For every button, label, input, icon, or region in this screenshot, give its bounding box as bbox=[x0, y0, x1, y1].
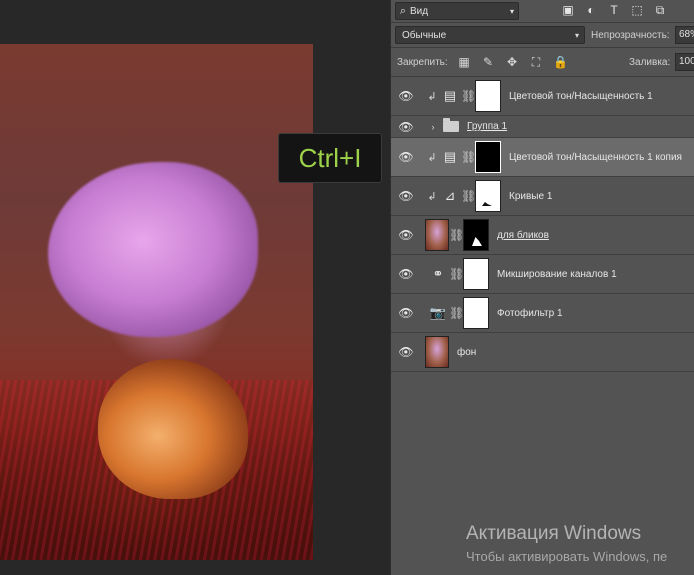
type-filter-icon[interactable]: T bbox=[607, 3, 621, 17]
layers-list: 👁 ↲ ▤ ⛓ Цветовой тон/Насыщенность 1 👁 › … bbox=[391, 77, 694, 372]
chain-link-icon[interactable]: ⛓ bbox=[449, 228, 464, 242]
red-fox-figure bbox=[98, 359, 248, 499]
lock-move-icon[interactable]: ✥ bbox=[505, 55, 519, 69]
chevron-down-icon: ▾ bbox=[574, 30, 579, 40]
layer-thumbnail[interactable] bbox=[425, 219, 449, 251]
layer-row[interactable]: 👁 ↲ ⊿ ⛓ Кривые 1 bbox=[391, 177, 694, 216]
pixel-layer-filter-icon[interactable]: ▣ bbox=[561, 3, 575, 17]
canvas-image[interactable] bbox=[0, 44, 313, 560]
chain-link-icon[interactable]: ⛓ bbox=[449, 267, 464, 281]
layer-name[interactable]: фон bbox=[457, 347, 476, 358]
blend-mode-dropdown[interactable]: Обычные ▾ bbox=[395, 26, 585, 44]
layer-row[interactable]: 👁 ↲ ▤ ⛓ Цветовой тон/Насыщенность 1 bbox=[391, 77, 694, 116]
layer-name[interactable]: для бликов bbox=[497, 230, 549, 241]
activation-watermark-subtitle: Чтобы активировать Windows, пе bbox=[466, 549, 668, 564]
layer-name[interactable]: Цветовой тон/Насыщенность 1 bbox=[509, 91, 653, 102]
eye-icon[interactable]: 👁 bbox=[391, 267, 421, 281]
layer-name[interactable]: Кривые 1 bbox=[509, 191, 552, 202]
layer-row[interactable]: 👁 ⚭ ⛓ Микширование каналов 1 bbox=[391, 255, 694, 294]
layer-name[interactable]: Цветовой тон/Насыщенность 1 копия bbox=[509, 152, 682, 163]
layer-name[interactable]: Микширование каналов 1 bbox=[497, 269, 617, 280]
folder-icon bbox=[443, 118, 459, 132]
eye-icon[interactable]: 👁 bbox=[391, 306, 421, 320]
layer-mask-thumbnail[interactable] bbox=[463, 297, 489, 329]
chevron-right-icon[interactable]: › bbox=[427, 122, 439, 132]
eye-icon[interactable]: 👁 bbox=[391, 345, 421, 359]
chain-link-icon[interactable]: ⛓ bbox=[461, 89, 476, 103]
clip-arrow-icon: ↲ bbox=[427, 90, 437, 103]
eye-icon[interactable]: 👁 bbox=[391, 150, 421, 164]
hue-saturation-icon: ▤ bbox=[443, 149, 457, 164]
layer-row[interactable]: 👁 ⛓ для бликов bbox=[391, 216, 694, 255]
photo-filter-icon: 📷 bbox=[429, 305, 447, 320]
chain-link-icon[interactable]: ⛓ bbox=[461, 189, 476, 203]
layer-mask-thumbnail[interactable] bbox=[475, 141, 501, 173]
layer-thumbnail[interactable] bbox=[425, 336, 449, 368]
search-icon: ⌕ bbox=[399, 4, 407, 17]
hue-saturation-icon: ▤ bbox=[443, 88, 457, 103]
blend-opacity-bar: Обычные ▾ Непрозрачность: 68% bbox=[391, 23, 694, 48]
layer-mask-thumbnail[interactable] bbox=[463, 258, 489, 290]
chevron-down-icon: ▾ bbox=[509, 6, 514, 16]
opacity-field[interactable]: 68% bbox=[675, 26, 694, 44]
layer-mask-thumbnail[interactable] bbox=[463, 219, 489, 251]
lock-artboard-icon[interactable]: ⛶ bbox=[529, 55, 543, 69]
layer-name[interactable]: Группа 1 bbox=[467, 121, 507, 132]
layer-row[interactable]: 👁 📷 ⛓ Фотофильтр 1 bbox=[391, 294, 694, 333]
fill-label: Заливка: bbox=[629, 57, 671, 68]
ghost-fox-figure bbox=[48, 162, 258, 337]
eye-icon[interactable]: 👁 bbox=[391, 228, 421, 242]
lock-brush-icon[interactable]: ✎ bbox=[481, 55, 495, 69]
clip-arrow-icon: ↲ bbox=[427, 151, 437, 164]
chain-link-icon[interactable]: ⛓ bbox=[461, 150, 476, 164]
layer-mask-thumbnail[interactable] bbox=[475, 80, 501, 112]
lock-transparent-icon[interactable]: ▦ bbox=[457, 55, 471, 69]
layer-name[interactable]: Фотофильтр 1 bbox=[497, 308, 563, 319]
document-canvas[interactable]: Ctrl+I bbox=[0, 0, 390, 575]
filter-kind-dropdown[interactable]: ⌕ Вид ▾ bbox=[395, 2, 519, 20]
chain-link-icon[interactable]: ⛓ bbox=[449, 306, 464, 320]
activation-watermark-title: Активация Windows bbox=[466, 523, 642, 544]
channel-mixer-icon: ⚭ bbox=[432, 266, 444, 281]
blend-mode-label: Обычные bbox=[402, 29, 447, 41]
lock-fill-bar: Закрепить: ▦ ✎ ✥ ⛶ 🔒 Заливка: 100% bbox=[391, 48, 694, 77]
layers-panel: ⌕ Вид ▾ ▣ ◐ T ⬚ ⧉ Обычные ▾ Непрозрачнос… bbox=[390, 0, 694, 575]
shape-filter-icon[interactable]: ⬚ bbox=[630, 3, 644, 17]
filter-kind-label: Вид bbox=[410, 5, 429, 17]
fill-field[interactable]: 100% bbox=[675, 53, 694, 71]
curves-icon: ⊿ bbox=[444, 188, 456, 203]
eye-icon[interactable]: 👁 bbox=[391, 189, 421, 203]
clip-arrow-icon: ↲ bbox=[427, 190, 437, 203]
layer-mask-thumbnail[interactable] bbox=[475, 180, 501, 212]
layer-row-selected[interactable]: 👁 ↲ ▤ ⛓ Цветовой тон/Насыщенность 1 копи… bbox=[391, 138, 694, 177]
lock-label: Закрепить: bbox=[397, 57, 448, 68]
layer-filter-bar: ⌕ Вид ▾ ▣ ◐ T ⬚ ⧉ bbox=[391, 0, 694, 23]
eye-icon[interactable]: 👁 bbox=[391, 120, 421, 134]
layer-group-row[interactable]: 👁 › Группа 1 bbox=[391, 116, 694, 138]
opacity-label: Непрозрачность: bbox=[591, 30, 670, 41]
shortcut-hint-overlay: Ctrl+I bbox=[278, 133, 382, 183]
adjustment-filter-icon[interactable]: ◐ bbox=[584, 3, 598, 17]
lock-all-icon[interactable]: 🔒 bbox=[553, 55, 568, 69]
smart-object-filter-icon[interactable]: ⧉ bbox=[653, 3, 667, 17]
layers-empty-area: Активация Windows Чтобы активировать Win… bbox=[391, 372, 694, 575]
eye-icon[interactable]: 👁 bbox=[391, 89, 421, 103]
layer-row[interactable]: 👁 фон bbox=[391, 333, 694, 372]
